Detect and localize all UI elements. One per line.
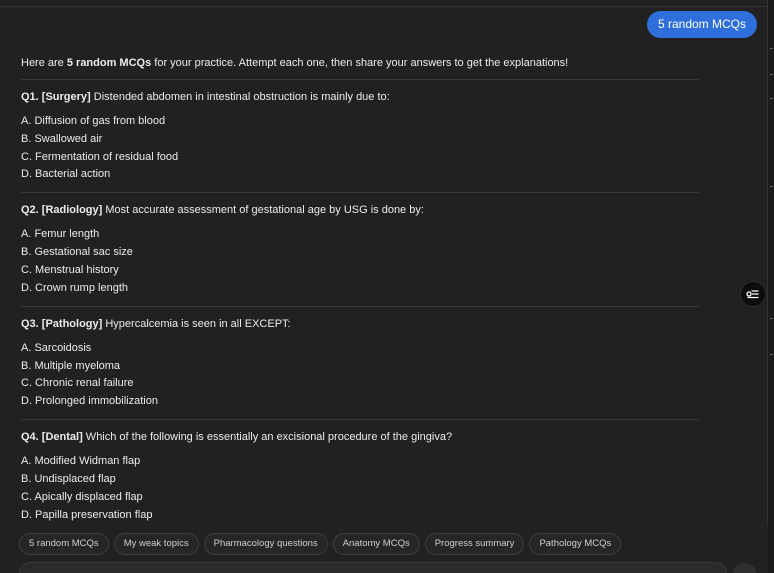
divider — [21, 419, 699, 421]
question-tag: [Pathology] — [41, 317, 103, 330]
option-c: C. Menstrual history — [21, 263, 119, 276]
intro-prefix: Here are — [21, 57, 67, 69]
suggestion-chip-pathology[interactable]: Pathology MCQs — [529, 533, 622, 555]
option-d: D. Prolonged immobilization — [21, 395, 158, 408]
question-2: Q2. [Radiology] Most accurate assessment… — [21, 203, 699, 294]
question-number: Q1. — [21, 91, 39, 103]
divider — [21, 305, 699, 307]
option-b: B. Multiple myeloma — [21, 359, 121, 372]
question-number: Q4. — [21, 431, 39, 444]
option-b: B. Gestational sac size — [21, 246, 133, 259]
question-title: Q3. [Pathology] Hypercalcemia is seen in… — [21, 317, 699, 331]
question-text: Most accurate assessment of gestational … — [102, 204, 424, 217]
list-filter-icon — [746, 290, 759, 299]
question-number: Q3. — [21, 317, 39, 330]
option-b: B. Swallowed air — [21, 132, 103, 145]
option-d: D. Bacterial action — [21, 168, 111, 181]
list-filter-button[interactable] — [740, 281, 766, 307]
option-a: A. Sarcoidosis — [21, 341, 92, 354]
question-text: Which of the following is essentially an… — [82, 431, 453, 444]
option-c: C. Chronic renal failure — [21, 377, 134, 390]
intro-bold: 5 random MCQs — [66, 57, 152, 69]
question-1: Q1. [Surgery] Distended abdomen in intes… — [21, 90, 699, 181]
option-c: C. Apically displaced flap — [21, 490, 143, 503]
question-4: Q4. [Dental] Which of the following is e… — [21, 430, 699, 521]
suggestion-chip-pharmacology[interactable]: Pharmacology questions — [203, 533, 328, 555]
suggestion-chip-anatomy[interactable]: Anatomy MCQs — [332, 533, 420, 555]
header-divider — [0, 6, 768, 7]
option-d: D. Papilla preservation flap — [21, 508, 153, 521]
question-tag: [Dental] — [41, 431, 83, 444]
message-input[interactable] — [19, 562, 727, 573]
suggestion-chip-progress[interactable]: Progress summary — [424, 533, 525, 555]
question-tag: [Radiology] — [41, 204, 103, 217]
question-title: Q2. [Radiology] Most accurate assessment… — [21, 203, 699, 217]
intro-text: Here are 5 random MCQs for your practice… — [21, 56, 699, 70]
suggestion-chips: 5 random MCQs My weak topics Pharmacolog… — [19, 533, 622, 555]
right-edge-panel — [767, 0, 774, 573]
option-c: C. Fermentation of residual food — [21, 150, 179, 163]
suggestion-chip-random-mcqs[interactable]: 5 random MCQs — [19, 533, 109, 555]
option-a: A. Diffusion of gas from blood — [21, 115, 166, 127]
question-title: Q1. [Surgery] Distended abdomen in intes… — [21, 90, 699, 104]
question-text: Hypercalcemia is seen in all EXCEPT: — [102, 317, 291, 330]
question-3: Q3. [Pathology] Hypercalcemia is seen in… — [21, 317, 699, 408]
intro-suffix: for your practice. Attempt each one, the… — [151, 57, 569, 69]
option-d: D. Crown rump length — [21, 281, 128, 294]
question-text: Distended abdomen in intestinal obstruct… — [90, 91, 390, 103]
question-title: Q4. [Dental] Which of the following is e… — [21, 430, 699, 444]
question-number: Q2. — [21, 204, 39, 217]
divider — [21, 192, 699, 194]
assistant-message: Here are 5 random MCQs for your practice… — [21, 56, 699, 533]
user-message-bubble: 5 random MCQs — [646, 11, 757, 38]
chat-window: 5 random MCQs Here are 5 random MCQs for… — [0, 0, 774, 573]
suggestion-chip-weak-topics[interactable]: My weak topics — [113, 533, 199, 555]
option-b: B. Undisplaced flap — [21, 472, 116, 485]
divider — [21, 79, 699, 80]
option-a: A. Modified Widman flap — [21, 455, 141, 468]
question-tag: [Surgery] — [41, 91, 91, 103]
option-a: A. Femur length — [21, 228, 100, 241]
